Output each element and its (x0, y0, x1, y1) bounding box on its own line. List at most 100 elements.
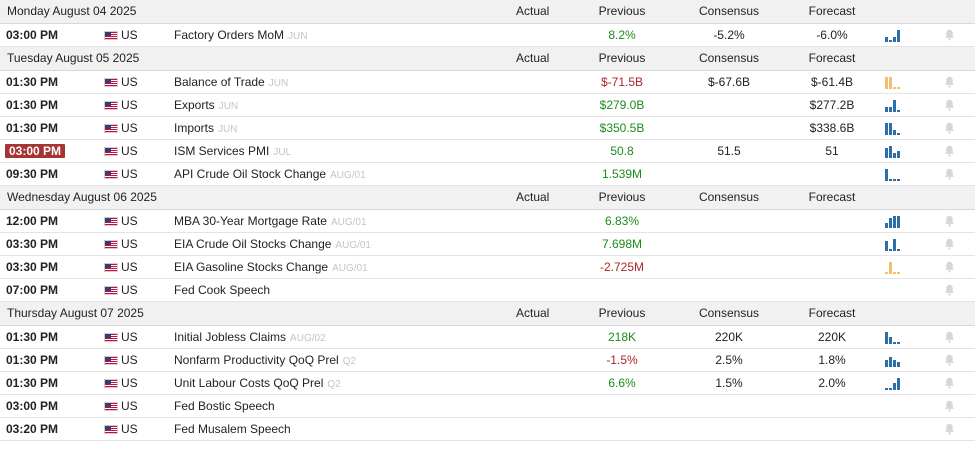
bell-icon[interactable] (944, 261, 955, 273)
event-name-cell[interactable]: Exports JUN (174, 94, 238, 118)
event-name-link[interactable]: ISM Services PMI (174, 144, 269, 158)
history-sparkline[interactable] (885, 237, 913, 251)
bell-icon[interactable] (944, 29, 955, 41)
event-name-link[interactable]: Imports (174, 121, 214, 135)
sparkline-bar (897, 248, 900, 251)
event-name-link[interactable]: EIA Gasoline Stocks Change (174, 260, 328, 274)
bell-icon[interactable] (944, 168, 955, 180)
event-name-link[interactable]: Nonfarm Productivity QoQ Prel (174, 353, 339, 367)
event-name-cell[interactable]: Balance of Trade JUN (174, 71, 288, 95)
history-sparkline[interactable] (885, 353, 913, 367)
event-name-link[interactable]: Fed Bostic Speech (174, 399, 275, 413)
event-row[interactable]: 03:30 PM US EIA Gasoline Stocks Change AUG/… (0, 256, 975, 279)
sparkline-bar (889, 218, 892, 228)
event-forecast: 51 (825, 144, 839, 158)
event-name-cell[interactable]: Initial Jobless Claims AUG/02 (174, 326, 326, 350)
sparkline-bar (897, 362, 900, 367)
bell-icon[interactable] (944, 284, 955, 296)
history-sparkline[interactable] (885, 75, 913, 89)
event-name-cell[interactable]: EIA Crude Oil Stocks Change AUG/01 (174, 233, 371, 257)
event-row[interactable]: 01:30 PM US Initial Jobless Claims AUG/02 21… (0, 326, 975, 349)
bell-icon[interactable] (944, 145, 955, 157)
event-previous: $350.5B (599, 121, 645, 135)
event-country: US (121, 167, 138, 181)
event-name-cell[interactable]: Unit Labour Costs QoQ Prel Q2 (174, 372, 341, 396)
event-row[interactable]: 03:00 PM US Fed Bostic Speech (0, 395, 975, 418)
bell-icon[interactable] (944, 99, 955, 111)
event-name-cell[interactable]: Fed Musalem Speech (174, 418, 291, 440)
bell-icon[interactable] (944, 400, 955, 412)
event-reference: Q2 (342, 356, 357, 367)
bell-icon[interactable] (944, 377, 955, 389)
history-sparkline[interactable] (885, 28, 913, 42)
sparkline-bar (893, 271, 896, 274)
event-name-cell[interactable]: ISM Services PMI JUL (174, 140, 291, 164)
event-name-link[interactable]: Unit Labour Costs QoQ Prel (174, 376, 323, 390)
event-name-cell[interactable]: MBA 30-Year Mortgage Rate AUG/01 (174, 210, 367, 234)
history-sparkline[interactable] (885, 260, 913, 274)
event-name-link[interactable]: API Crude Oil Stock Change (174, 167, 326, 181)
sparkline-bar (885, 123, 888, 135)
event-name-link[interactable]: Balance of Trade (174, 75, 265, 89)
bell-icon[interactable] (944, 354, 955, 366)
event-row[interactable]: 12:00 PM US MBA 30-Year Mortgage Rate AUG/0… (0, 210, 975, 233)
history-sparkline[interactable] (885, 167, 913, 181)
sparkline-bar (889, 146, 892, 158)
event-name-cell[interactable]: Fed Bostic Speech (174, 395, 275, 417)
sparkline-bar (893, 100, 896, 112)
column-header-actual: Actual (516, 4, 550, 18)
history-sparkline[interactable] (885, 330, 913, 344)
event-row[interactable]: 01:30 PM US Imports JUN $350.5B $338.6B (0, 117, 975, 140)
history-sparkline[interactable] (885, 121, 913, 135)
event-row[interactable]: 03:00 PM US Factory Orders MoM JUN 8.2% -5.2%… (0, 24, 975, 47)
event-row[interactable]: 03:20 PM US Fed Musalem Speech (0, 418, 975, 441)
event-name-cell[interactable]: Nonfarm Productivity QoQ Prel Q2 (174, 349, 356, 373)
event-time: 03:30 PM (6, 260, 59, 274)
history-sparkline[interactable] (885, 376, 913, 390)
event-country: US (121, 98, 138, 112)
sparkline-bar (885, 332, 888, 344)
bell-icon[interactable] (944, 238, 955, 250)
column-header-consensus: Consensus (698, 51, 760, 65)
event-name-cell[interactable]: Imports JUN (174, 117, 237, 141)
event-reference: AUG/01 (330, 170, 366, 181)
sparkline-bar (889, 107, 892, 112)
bell-icon[interactable] (944, 423, 955, 435)
event-name-link[interactable]: Initial Jobless Claims (174, 330, 286, 344)
event-name-cell[interactable]: Factory Orders MoM JUN (174, 24, 307, 48)
bell-icon[interactable] (944, 215, 955, 227)
event-name-cell[interactable]: Fed Cook Speech (174, 279, 270, 301)
sparkline-bar (885, 387, 888, 390)
event-country: US (121, 237, 138, 251)
event-name-link[interactable]: Exports (174, 98, 215, 112)
history-sparkline[interactable] (885, 98, 913, 112)
bell-icon[interactable] (944, 331, 955, 343)
column-header-previous: Previous (598, 306, 646, 320)
event-name-link[interactable]: Fed Musalem Speech (174, 422, 291, 436)
sparkline-bar (885, 169, 888, 181)
event-row[interactable]: 03:30 PM US EIA Crude Oil Stocks Change AUG… (0, 233, 975, 256)
event-name-link[interactable]: Factory Orders MoM (174, 28, 284, 42)
event-row[interactable]: 01:30 PM US Balance of Trade JUN $-71.5B $-67… (0, 71, 975, 94)
us-flag-icon (104, 170, 118, 179)
event-name-cell[interactable]: API Crude Oil Stock Change AUG/01 (174, 163, 366, 187)
sparkline-bar (897, 178, 900, 181)
us-flag-icon (104, 217, 118, 226)
bell-icon[interactable] (944, 76, 955, 88)
event-row[interactable]: 07:00 PM US Fed Cook Speech (0, 279, 975, 302)
column-header-forecast: Forecast (808, 306, 856, 320)
history-sparkline[interactable] (885, 144, 913, 158)
bell-icon[interactable] (944, 122, 955, 134)
event-name-cell[interactable]: EIA Gasoline Stocks Change AUG/01 (174, 256, 368, 280)
event-row[interactable]: 01:30 PM US Exports JUN $279.0B $277.2B (0, 94, 975, 117)
us-flag-icon (104, 425, 118, 434)
event-row[interactable]: 01:30 PM US Nonfarm Productivity QoQ Prel Q… (0, 349, 975, 372)
event-name-link[interactable]: Fed Cook Speech (174, 283, 270, 297)
history-sparkline[interactable] (885, 214, 913, 228)
event-row[interactable]: 09:30 PM US API Crude Oil Stock Change AUG/… (0, 163, 975, 186)
event-row[interactable]: 03:00 PM US ISM Services PMI JUL 50.8 51.5 51 (0, 140, 975, 163)
event-name-link[interactable]: EIA Crude Oil Stocks Change (174, 237, 331, 251)
event-country: US (121, 144, 138, 158)
event-name-link[interactable]: MBA 30-Year Mortgage Rate (174, 214, 327, 228)
event-row[interactable]: 01:30 PM US Unit Labour Costs QoQ Prel Q2 6.… (0, 372, 975, 395)
